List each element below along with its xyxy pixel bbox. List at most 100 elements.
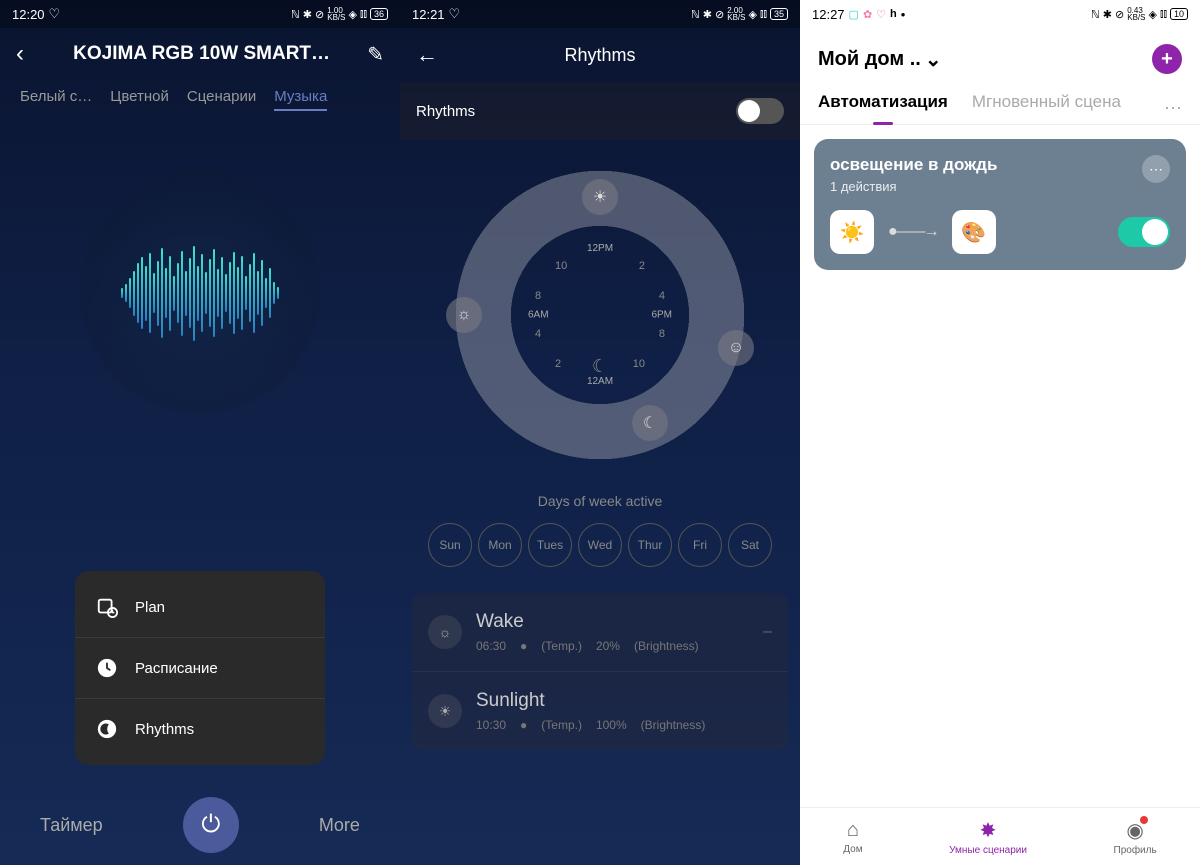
nav-profile[interactable]: ◉ Профиль [1114, 818, 1157, 856]
signal-icon: ⫾⫾ [1160, 8, 1167, 21]
popup-plan[interactable]: Plan [75, 577, 325, 637]
moon-center-icon: ☾ [592, 356, 608, 377]
nfc-icon: ℕ [291, 8, 300, 21]
phase-wake[interactable]: ☼ Wake 06:30 ● (Temp.) 20% (Brightness) … [412, 593, 788, 671]
music-visualizer[interactable] [80, 173, 320, 413]
day-sun[interactable]: Sun [428, 523, 472, 567]
mode-tabs: Белый с… Цветной Сценарии Музыка [0, 80, 400, 123]
sunrise-icon[interactable]: ☼ [446, 297, 482, 333]
tab-scene[interactable]: Сценарии [187, 88, 256, 111]
day-thu[interactable]: Thur [628, 523, 672, 567]
phase-name: Wake [476, 611, 763, 633]
wifi-icon: ◈ [348, 8, 356, 21]
bluetooth-icon: ✱ [1103, 8, 1112, 21]
screen-rhythms: 12:21 ♡ ℕ ✱ ⊘ 2.00 KB/S ◈ ⫾⫾ 35 ← Rhythm… [400, 0, 800, 865]
nav-home[interactable]: ⌂ Дом [843, 819, 862, 855]
status-bar: 12:21 ♡ ℕ ✱ ⊘ 2.00 KB/S ◈ ⫾⫾ 35 [400, 0, 800, 28]
nfc-icon: ℕ [691, 8, 700, 21]
moon-icon [95, 717, 119, 741]
signal-icon: ⫾⫾ [760, 8, 767, 21]
sunrise-icon: ☼ [428, 615, 462, 649]
power-button[interactable]: ⏻ [183, 797, 239, 853]
phase-sunlight[interactable]: ☀ Sunlight 10:30 ● (Temp.) 100% (Brightn… [412, 671, 788, 750]
rhythms-toggle-row: Rhythms [400, 82, 800, 140]
heart-icon: ♡ [876, 8, 886, 21]
add-button[interactable]: + [1152, 44, 1182, 74]
wifi-icon: ◈ [748, 8, 756, 21]
popup-schedule[interactable]: Расписание [75, 637, 325, 698]
device-header: ‹ KOJIMA RGB 10W SMART… ✎ [0, 28, 400, 80]
sun-icon[interactable]: ☀ [582, 179, 618, 215]
popup-rhythms[interactable]: Rhythms [75, 698, 325, 759]
more-icon[interactable]: ⋯ [1164, 98, 1182, 119]
screen-automation: 12:27 ▢ ✿ ♡ h • ℕ ✱ ⊘ 0.43 KB/S ◈ ⫾⫾ 10 … [800, 0, 1200, 865]
phase-name: Sunlight [476, 690, 772, 712]
device-chip: 🎨 [952, 210, 996, 254]
home-selector[interactable]: Мой дом .. ⌄ [818, 47, 942, 72]
arrow-icon: ●——→ [888, 223, 938, 241]
bottom-nav: ⌂ Дом ✸ Умные сценарии ◉ Профиль [800, 807, 1200, 865]
moon-ring-icon[interactable]: ☾ [632, 405, 668, 441]
weather-chip: ☀️ [830, 210, 874, 254]
ring-12pm: 12PM [587, 243, 613, 254]
dnd-icon: ⊘ [315, 8, 324, 21]
day-wed[interactable]: Wed [578, 523, 622, 567]
plan-icon [95, 595, 119, 619]
back-icon[interactable]: ← [416, 42, 438, 68]
clock-icon [95, 656, 119, 680]
tab-automation[interactable]: Автоматизация [818, 92, 948, 124]
nav-scenes[interactable]: ✸ Умные сценарии [949, 818, 1027, 856]
app-icon: h [890, 8, 897, 20]
days-row: Sun Mon Tues Wed Thur Fri Sat [400, 523, 800, 567]
app-icon: ✿ [863, 8, 872, 21]
device-title: KOJIMA RGB 10W SMART… [36, 43, 367, 65]
rhythms-toggle[interactable] [736, 98, 784, 124]
bottom-bar: Таймер ⏻ More [0, 785, 400, 865]
nfc-icon: ℕ [1091, 8, 1100, 21]
sun-icon: ☀ [428, 694, 462, 728]
home-name: Мой дом .. [818, 48, 921, 71]
battery-icon: 35 [770, 8, 788, 20]
dnd-icon: ⊘ [1115, 8, 1124, 21]
bluetooth-icon: ✱ [303, 8, 312, 21]
ring-6pm: 6PM [651, 310, 672, 321]
automation-switch[interactable] [1118, 217, 1170, 247]
status-time: 12:27 [812, 7, 845, 22]
day-fri[interactable]: Fri [678, 523, 722, 567]
home-header: Мой дом .. ⌄ + [800, 28, 1200, 82]
automation-card[interactable]: освещение в дождь 1 действия ⋯ ☀️ ●——→ 🎨 [814, 139, 1186, 270]
smile-icon[interactable]: ☺ [718, 330, 754, 366]
day-ring[interactable]: 12PM 6PM 12AM 6AM 2 4 8 10 2 4 8 10 ☀ ☼ … [450, 165, 750, 465]
more-button[interactable]: More [319, 815, 360, 836]
status-bar: 12:20 ♡ ℕ ✱ ⊘ 1.00 KB/S ◈ ⫾⫾ 36 [0, 0, 400, 28]
tab-white[interactable]: Белый с… [20, 88, 92, 111]
status-bar: 12:27 ▢ ✿ ♡ h • ℕ ✱ ⊘ 0.43 KB/S ◈ ⫾⫾ 10 [800, 0, 1200, 28]
day-mon[interactable]: Mon [478, 523, 522, 567]
page-title: Rhythms [438, 45, 762, 66]
home-icon: ⌂ [847, 819, 859, 842]
profile-icon: ◉ [1126, 818, 1143, 843]
popup-rhythms-label: Rhythms [135, 721, 194, 738]
tab-color[interactable]: Цветной [110, 88, 169, 111]
scenes-icon: ✸ [980, 818, 997, 843]
wifi-icon: ◈ [1148, 8, 1156, 21]
screen-device: 12:20 ♡ ℕ ✱ ⊘ 1.00 KB/S ◈ ⫾⫾ 36 ‹ KOJIMA… [0, 0, 400, 865]
battery-icon: 10 [1170, 8, 1188, 20]
status-time: 12:20 [12, 7, 45, 22]
more-popup: Plan Расписание Rhythms [75, 571, 325, 765]
tab-music[interactable]: Музыка [274, 88, 327, 111]
ring-6am: 6AM [528, 310, 549, 321]
card-menu-icon[interactable]: ⋯ [1142, 155, 1170, 183]
edit-icon[interactable]: ✎ [367, 42, 384, 67]
day-tue[interactable]: Tues [528, 523, 572, 567]
battery-icon: 36 [370, 8, 388, 20]
tab-instant[interactable]: Мгновенный сцена [972, 92, 1121, 124]
minus-icon[interactable]: – [763, 623, 772, 641]
back-icon[interactable]: ‹ [16, 40, 24, 68]
toggle-label: Rhythms [416, 103, 475, 120]
timer-button[interactable]: Таймер [40, 815, 103, 836]
heart-icon: ♡ [49, 6, 61, 22]
card-subtitle: 1 действия [830, 179, 997, 194]
day-sat[interactable]: Sat [728, 523, 772, 567]
dnd-icon: ⊘ [715, 8, 724, 21]
